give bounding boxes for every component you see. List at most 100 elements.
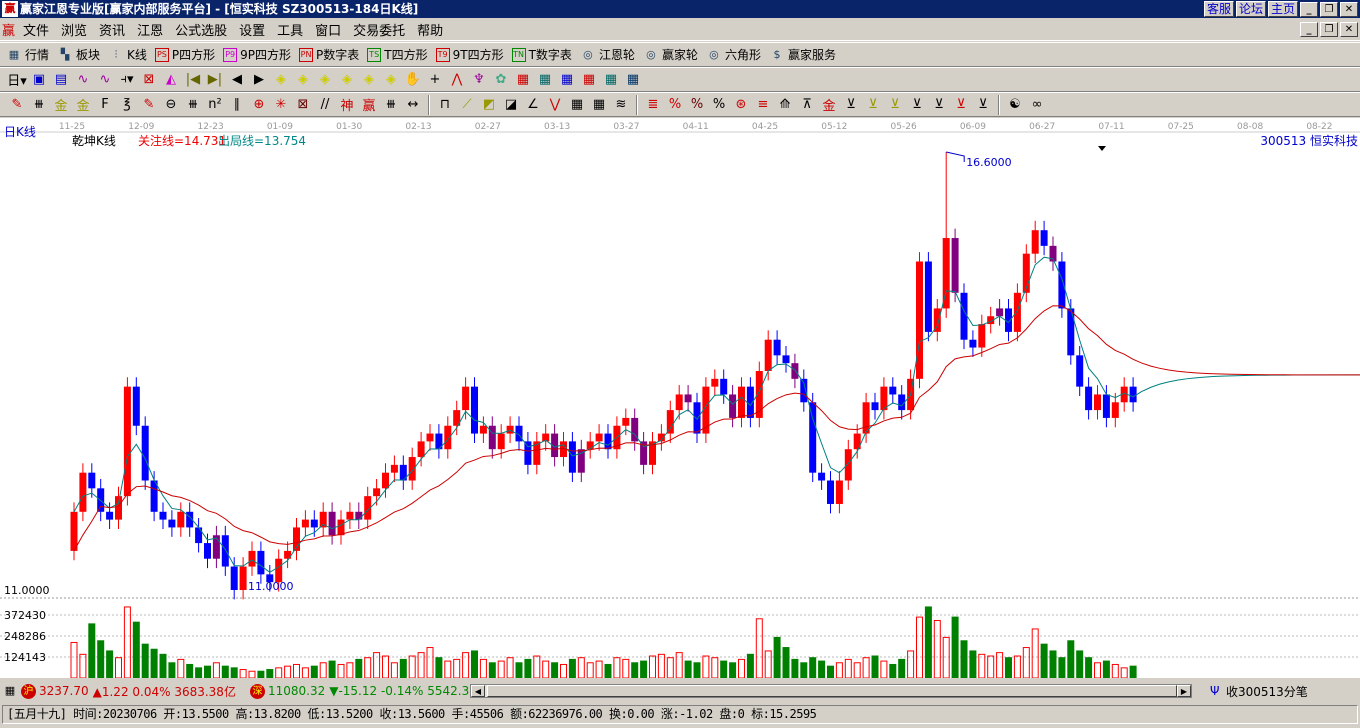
toolbar3-tool-icon-15[interactable]: 神 — [336, 94, 358, 116]
scroll-right-button[interactable]: ▶ — [1177, 685, 1191, 697]
toolbar3-tool-icon-11[interactable]: ⊕ — [248, 94, 270, 116]
toolbar-button-1[interactable]: ▚ 板块 — [57, 46, 100, 63]
menu-item-1[interactable]: 浏览 — [55, 20, 93, 39]
customer-service-link[interactable]: 客服 — [1203, 1, 1234, 17]
quote-table-icon[interactable]: ▦ — [2, 683, 18, 699]
toolbar3-tool-icon-47[interactable]: ☯ — [1004, 94, 1026, 116]
chart-area[interactable]: 11-25 12-09 12-23 01-09 01-30 02-13 02-27 03-13… — [0, 118, 1360, 679]
toolbar2-tool-icon-22[interactable]: ✿ — [490, 69, 512, 91]
menu-item-5[interactable]: 设置 — [233, 20, 271, 39]
toolbar-button-11[interactable]: ◎ 六角形 — [706, 46, 761, 63]
toolbar3-tool-icon-6[interactable]: ✎ — [138, 94, 160, 116]
toolbar3-tool-icon-44[interactable]: ⊻ — [950, 94, 972, 116]
toolbar3-tool-icon-48[interactable]: ∞ — [1026, 94, 1048, 116]
close-button[interactable]: ✕ — [1340, 1, 1358, 17]
toolbar2-tool-icon-20[interactable]: ⋀ — [446, 69, 468, 91]
toolbar3-tool-icon-4[interactable]: F — [94, 94, 116, 116]
toolbar-button-9[interactable]: ◎ 江恩轮 — [580, 46, 635, 63]
toolbar2-tool-icon-23[interactable]: ▦ — [512, 69, 534, 91]
restore-button[interactable]: ❐ — [1320, 1, 1338, 17]
menu-item-4[interactable]: 公式选股 — [169, 20, 233, 39]
toolbar2-tool-icon-3[interactable]: ∿ — [72, 69, 94, 91]
toolbar2-tool-icon-24[interactable]: ▦ — [534, 69, 556, 91]
toolbar2-tool-icon-16[interactable]: ◈ — [358, 69, 380, 91]
toolbar-button-5[interactable]: PN P数字表 — [299, 46, 359, 63]
horizontal-scrollbar[interactable]: ◀ ▶ — [470, 684, 1192, 698]
menu-item-0[interactable]: 文件 — [17, 20, 55, 39]
toolbar3-tool-icon-3[interactable]: 金 — [72, 94, 94, 116]
toolbar3-tool-icon-41[interactable]: ⊻ — [884, 94, 906, 116]
toolbar-button-12[interactable]: $ 赢家服务 — [769, 46, 836, 63]
menu-item-3[interactable]: 江恩 — [131, 20, 169, 39]
toolbar2-tool-icon-1[interactable]: ▣ — [28, 69, 50, 91]
menu-item-9[interactable]: 帮助 — [411, 20, 449, 39]
toolbar-button-6[interactable]: TS T四方形 — [367, 46, 428, 63]
toolbar2-tool-icon-11[interactable]: ▶ — [248, 69, 270, 91]
homepage-link[interactable]: 主页 — [1267, 1, 1298, 17]
toolbar2-tool-icon-26[interactable]: ▦ — [578, 69, 600, 91]
toolbar3-tool-icon-20[interactable]: ⊓ — [434, 94, 456, 116]
toolbar-button-7[interactable]: T9 9T四方形 — [435, 46, 504, 63]
menu-item-2[interactable]: 资讯 — [93, 20, 131, 39]
toolbar3-tool-icon-24[interactable]: ∠ — [522, 94, 544, 116]
toolbar3-tool-icon-33[interactable]: % — [708, 94, 730, 116]
toolbar3-tool-icon-26[interactable]: ▦ — [566, 94, 588, 116]
toolbar-button-0[interactable]: ▦ 行情 — [6, 46, 49, 63]
child-close-button[interactable]: ✕ — [1340, 22, 1358, 37]
toolbar2-tool-icon-21[interactable]: ♆ — [468, 69, 490, 91]
toolbar2-tool-icon-28[interactable]: ▦ — [622, 69, 644, 91]
menu-item-8[interactable]: 交易委托 — [347, 20, 411, 39]
toolbar2-tool-icon-4[interactable]: ∿ — [94, 69, 116, 91]
toolbar-button-8[interactable]: TN T数字表 — [511, 46, 572, 63]
toolbar2-tool-icon-27[interactable]: ▦ — [600, 69, 622, 91]
toolbar3-tool-icon-0[interactable]: ✎ — [6, 94, 28, 116]
menu-item-6[interactable]: 工具 — [271, 20, 309, 39]
toolbar2-tool-icon-17[interactable]: ◈ — [380, 69, 402, 91]
toolbar3-tool-icon-45[interactable]: ⊻ — [972, 94, 994, 116]
toolbar3-tool-icon-9[interactable]: n² — [204, 94, 226, 116]
toolbar-button-4[interactable]: P9 9P四方形 — [223, 46, 291, 63]
scroll-thumb[interactable] — [487, 685, 1177, 697]
toolbar3-tool-icon-40[interactable]: ⊻ — [862, 94, 884, 116]
toolbar2-tool-icon-10[interactable]: ◀ — [226, 69, 248, 91]
toolbar2-tool-icon-9[interactable]: ▶| — [204, 69, 226, 91]
toolbar2-tool-icon-15[interactable]: ◈ — [336, 69, 358, 91]
toolbar3-tool-icon-13[interactable]: ⊠ — [292, 94, 314, 116]
toolbar3-tool-icon-10[interactable]: ∥ — [226, 94, 248, 116]
toolbar2-tool-icon-6[interactable]: ⊠ — [138, 69, 160, 91]
toolbar3-tool-icon-2[interactable]: 金 — [50, 94, 72, 116]
toolbar3-tool-icon-16[interactable]: 赢 — [358, 94, 380, 116]
toolbar3-tool-icon-28[interactable]: ≋ — [610, 94, 632, 116]
toolbar-button-10[interactable]: ◎ 赢家轮 — [643, 46, 698, 63]
toolbar3-tool-icon-31[interactable]: % — [664, 94, 686, 116]
toolbar2-tool-icon-14[interactable]: ◈ — [314, 69, 336, 91]
minimize-button[interactable]: _ — [1300, 1, 1318, 17]
toolbar2-tool-icon-7[interactable]: ◭ — [160, 69, 182, 91]
kline-chart[interactable]: 11-25 12-09 12-23 01-09 01-30 02-13 02-27 03-13… — [0, 118, 1360, 679]
toolbar-button-2[interactable]: ⫶ K线 — [108, 46, 147, 63]
toolbar2-tool-icon-0[interactable]: 日▾ — [6, 69, 28, 91]
menu-item-7[interactable]: 窗口 — [309, 20, 347, 39]
toolbar3-tool-icon-21[interactable]: ⟋ — [456, 94, 478, 116]
scroll-left-button[interactable]: ◀ — [471, 685, 485, 697]
tick-detail-link[interactable]: 收300513分笔 — [1226, 683, 1308, 700]
child-restore-button[interactable]: ❐ — [1320, 22, 1338, 37]
toolbar3-tool-icon-22[interactable]: ◩ — [478, 94, 500, 116]
toolbar3-tool-icon-35[interactable]: ≡ — [752, 94, 774, 116]
toolbar3-tool-icon-7[interactable]: ⊖ — [160, 94, 182, 116]
toolbar2-tool-icon-18[interactable]: ✋ — [402, 69, 424, 91]
toolbar3-tool-icon-42[interactable]: ⊻ — [906, 94, 928, 116]
toolbar3-tool-icon-30[interactable]: ≣ — [642, 94, 664, 116]
toolbar3-tool-icon-43[interactable]: ⊻ — [928, 94, 950, 116]
toolbar3-tool-icon-34[interactable]: ⊛ — [730, 94, 752, 116]
toolbar3-tool-icon-32[interactable]: % — [686, 94, 708, 116]
toolbar2-tool-icon-8[interactable]: |◀ — [182, 69, 204, 91]
toolbar3-tool-icon-36[interactable]: ⟰ — [774, 94, 796, 116]
toolbar3-tool-icon-5[interactable]: ℥ — [116, 94, 138, 116]
toolbar3-tool-icon-23[interactable]: ◪ — [500, 94, 522, 116]
toolbar3-tool-icon-8[interactable]: ⧻ — [182, 94, 204, 116]
toolbar2-tool-icon-5[interactable]: ⫞▾ — [116, 69, 138, 91]
toolbar2-tool-icon-2[interactable]: ▤ — [50, 69, 72, 91]
toolbar2-tool-icon-12[interactable]: ◈ — [270, 69, 292, 91]
toolbar2-tool-icon-19[interactable]: + — [424, 69, 446, 91]
